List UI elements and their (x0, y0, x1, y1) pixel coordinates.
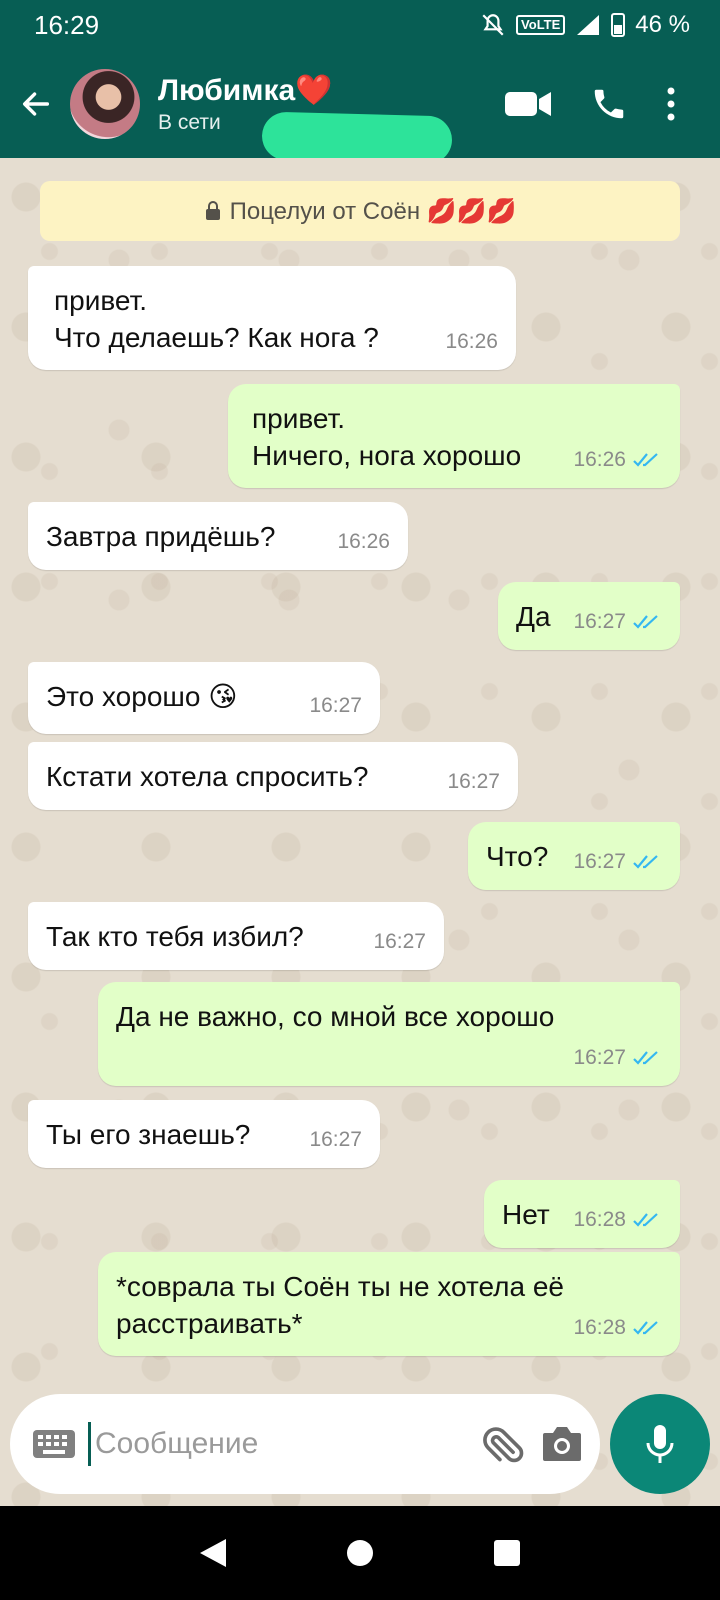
message-meta: 16:27 (373, 923, 426, 960)
message-meta: 16:27 (573, 603, 662, 640)
message-bubble-incoming[interactable]: Это хорошо 😘 16:27 (28, 662, 380, 734)
message-bubble-outgoing[interactable]: Что? 16:27 (468, 822, 680, 890)
message-meta: 16:26 (337, 523, 390, 560)
keyboard-icon (33, 1430, 75, 1458)
back-button[interactable] (4, 72, 68, 136)
message-bubble-incoming[interactable]: Кстати хотела спросить? 16:27 (28, 742, 518, 810)
message-time: 16:26 (445, 330, 498, 353)
message-bubble-incoming[interactable]: Так кто тебя избил? 16:27 (28, 902, 444, 970)
message-time: 16:27 (447, 770, 500, 793)
camera-icon (543, 1427, 581, 1461)
message-bubble-incoming[interactable]: привет. Что делаешь? Как нога ? 16:26 (28, 266, 516, 370)
microphone-icon (646, 1425, 674, 1463)
message-bubble-incoming[interactable]: Ты его знаешь? 16:27 (28, 1100, 380, 1168)
message-time: 16:28 (573, 1316, 626, 1339)
signal-icon (577, 15, 600, 35)
message-meta: 16:27 (573, 1039, 662, 1076)
paperclip-icon (483, 1427, 524, 1463)
message-meta: 16:28 (573, 1201, 662, 1238)
message-bubble-outgoing[interactable]: Да не важно, со мной все хорошо 16:27 (98, 982, 680, 1086)
lock-icon (205, 201, 220, 220)
status-bar: 16:29 VoLTE 46 % (0, 0, 720, 50)
square-recents-icon (493, 1540, 520, 1566)
message-meta: 16:27 (309, 1121, 362, 1158)
double-check-icon (633, 1212, 658, 1227)
more-vertical-icon (667, 87, 675, 121)
battery-icon (611, 13, 626, 37)
message-text: Да не важно, со мной все хорошо (116, 1001, 555, 1032)
message-time: 16:27 (309, 694, 362, 717)
voice-message-button[interactable] (610, 1394, 710, 1494)
message-text: привет. Что делаешь? Как нога ? (54, 285, 379, 353)
message-bubble-outgoing[interactable]: Да 16:27 (498, 582, 680, 650)
triangle-back-icon (200, 1539, 227, 1567)
voice-call-button[interactable] (590, 85, 628, 123)
circle-home-icon (346, 1540, 373, 1566)
double-check-icon (633, 1320, 658, 1335)
encryption-notice-text: Поцелуи от Соён 💋💋💋 (229, 197, 517, 225)
redaction-mark (261, 111, 453, 165)
message-meta: 16:26 (445, 323, 498, 360)
message-composer (10, 1394, 600, 1494)
nav-back-button[interactable] (183, 1523, 243, 1583)
nav-recents-button[interactable] (477, 1523, 537, 1583)
message-meta: 16:28 (573, 1309, 662, 1346)
arrow-left-icon (22, 92, 50, 116)
message-time: 16:27 (573, 610, 626, 633)
volte-icon: VoLTE (516, 15, 566, 35)
double-check-icon (633, 452, 658, 467)
chat-area[interactable]: Поцелуи от Соён 💋💋💋 привет. Что делаешь?… (0, 158, 720, 1506)
nav-home-button[interactable] (330, 1523, 390, 1583)
mute-bell-icon (482, 14, 504, 36)
message-bubble-outgoing[interactable]: привет. Ничего, нога хорошо 16:26 (228, 384, 680, 488)
message-text: Кстати хотела спросить? (46, 761, 369, 792)
video-camera-icon (505, 92, 551, 116)
message-time: 16:26 (337, 530, 390, 553)
contact-name: Любимка❤️ (158, 74, 333, 107)
double-check-icon (633, 614, 658, 629)
camera-button[interactable] (541, 1416, 583, 1472)
message-bubble-outgoing[interactable]: *соврала ты Соён ты не хотела её расстра… (98, 1252, 680, 1356)
message-time: 16:27 (573, 850, 626, 873)
header-actions (504, 85, 676, 123)
message-meta: 16:27 (309, 687, 362, 724)
message-meta: 16:27 (447, 763, 500, 800)
phone-icon (594, 89, 624, 119)
message-text: Так кто тебя избил? (46, 921, 304, 952)
message-meta: 16:27 (573, 843, 662, 880)
message-input[interactable] (88, 1422, 481, 1466)
message-time: 16:28 (573, 1208, 626, 1231)
battery-percent: 46 % (635, 11, 690, 38)
status-time: 16:29 (34, 9, 100, 40)
attach-button[interactable] (481, 1416, 525, 1472)
message-time: 16:27 (573, 1046, 626, 1069)
avatar[interactable] (70, 69, 140, 139)
message-time: 16:27 (373, 930, 426, 953)
more-options-button[interactable] (666, 87, 676, 121)
status-icons: VoLTE 46 % (480, 11, 690, 39)
system-navigation-bar (0, 1506, 720, 1600)
message-meta: 16:26 (573, 441, 662, 478)
video-call-button[interactable] (504, 89, 552, 119)
keyboard-button[interactable] (32, 1422, 76, 1466)
encryption-notice[interactable]: Поцелуи от Соён 💋💋💋 (40, 181, 680, 241)
double-check-icon (633, 1050, 658, 1065)
message-time: 16:27 (309, 1128, 362, 1151)
message-bubble-outgoing[interactable]: Нет 16:28 (484, 1180, 680, 1248)
double-check-icon (633, 854, 658, 869)
message-bubble-incoming[interactable]: Завтра придёшь? 16:26 (28, 502, 408, 570)
message-time: 16:26 (573, 448, 626, 471)
